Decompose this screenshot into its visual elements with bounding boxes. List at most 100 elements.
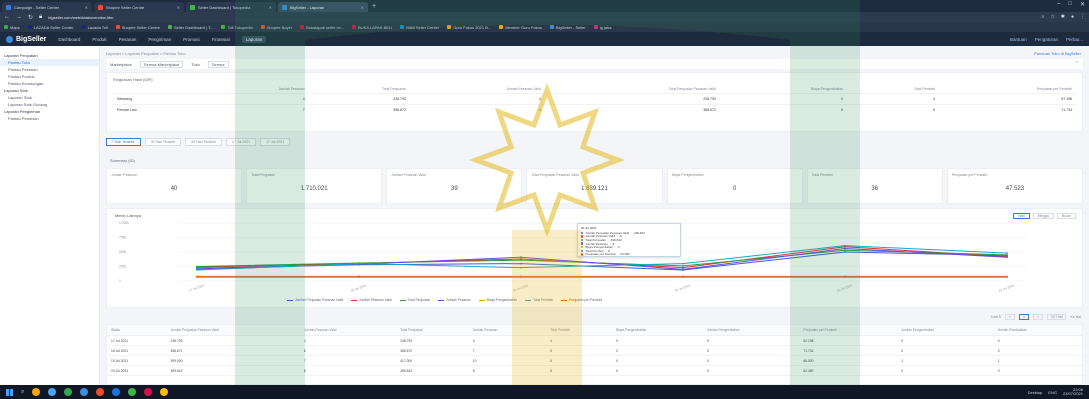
taskbar-app-icon[interactable] bbox=[80, 388, 89, 396]
data-point[interactable] bbox=[844, 275, 846, 278]
bookmark-item[interactable]: Maps bbox=[4, 25, 20, 30]
daily-col-header[interactable]: Waktu bbox=[107, 325, 167, 336]
sidebar-item[interactable]: Pantau Produk bbox=[0, 73, 99, 80]
close-icon[interactable]: ✕ bbox=[1080, 1, 1085, 8]
data-point[interactable] bbox=[520, 275, 522, 278]
menu-icon[interactable]: ⋮ bbox=[1080, 14, 1085, 20]
data-point[interactable] bbox=[1006, 254, 1008, 256]
clock[interactable]: 22:06 22/07/2021 bbox=[1063, 387, 1083, 397]
taskbar-app-icon[interactable] bbox=[144, 388, 153, 396]
period-tab[interactable]: 7 Hari Terakhir bbox=[106, 138, 141, 146]
daily-col-header[interactable]: Biaya Pengembalian bbox=[612, 325, 703, 336]
daily-col-header[interactable]: Total Penjualan bbox=[396, 325, 469, 336]
sidebar-item[interactable]: Pantau Pesanan bbox=[0, 66, 99, 73]
nav-item-dashboard[interactable]: Dashboard bbox=[58, 37, 80, 42]
bookmark-item[interactable]: ig jaha bbox=[593, 25, 612, 30]
data-point[interactable] bbox=[844, 249, 846, 252]
language-indicator[interactable]: ENG bbox=[1048, 390, 1057, 395]
taskbar-app-icon[interactable] bbox=[64, 388, 73, 396]
forward-icon[interactable]: → bbox=[16, 14, 22, 20]
profile-icon[interactable]: ● bbox=[1071, 14, 1074, 20]
maximize-icon[interactable]: □ bbox=[1068, 1, 1072, 8]
data-point[interactable] bbox=[682, 265, 684, 267]
daily-col-header[interactable]: Jumlah Pesanan bbox=[468, 325, 547, 336]
data-point[interactable] bbox=[358, 262, 360, 265]
data-point[interactable] bbox=[844, 247, 846, 250]
bookmark-item[interactable]: LAZADA Seller Center bbox=[27, 25, 74, 30]
pager-prev[interactable]: < bbox=[1004, 314, 1015, 320]
period-tab[interactable]: 17 Jul 2021 bbox=[260, 138, 291, 146]
taskbar-app-icon[interactable] bbox=[128, 388, 137, 396]
data-point[interactable] bbox=[520, 259, 522, 262]
sidebar-item[interactable]: Pantau Toko bbox=[0, 59, 99, 66]
zoom-icon[interactable]: ⌕ bbox=[1041, 14, 1044, 20]
url-field[interactable]: bigseller.com/web/data/overview.htm bbox=[48, 15, 1035, 20]
marketplace-select[interactable]: Semua Marketplace bbox=[139, 60, 184, 68]
tab-close-icon[interactable]: ✕ bbox=[85, 5, 88, 10]
data-point[interactable] bbox=[682, 275, 684, 278]
bookmark-item[interactable]: Blibli Seller Center bbox=[400, 25, 439, 30]
data-point[interactable] bbox=[196, 265, 198, 268]
legend-item[interactable]: Total Penjualan bbox=[399, 298, 430, 302]
data-point[interactable] bbox=[844, 251, 846, 253]
extensions-icon[interactable]: ✱ bbox=[1061, 14, 1065, 20]
data-point[interactable] bbox=[196, 275, 198, 278]
bookmark-item[interactable]: Member Guru Fokus bbox=[499, 25, 542, 30]
data-point[interactable] bbox=[682, 268, 684, 271]
bookmark-item[interactable]: Guru Fokus 2021 B... bbox=[447, 25, 491, 30]
bookmark-item[interactable]: Shopee Seller Centre bbox=[115, 25, 160, 30]
data-point[interactable] bbox=[682, 266, 684, 269]
data-point[interactable] bbox=[1006, 275, 1008, 278]
daily-col-header[interactable]: Total Pembeli bbox=[546, 325, 613, 336]
search-icon[interactable]: ⌕ bbox=[21, 389, 24, 396]
nav-item-produk[interactable]: Produk bbox=[92, 37, 106, 42]
bookmark-item[interactable]: Bukalapak seller ce... bbox=[300, 25, 344, 30]
tab-close-icon[interactable]: ✕ bbox=[177, 5, 180, 10]
new-tab-button[interactable]: + bbox=[372, 2, 376, 12]
bookmark-item[interactable]: BUKA LAPAK BELI bbox=[352, 25, 392, 30]
data-point[interactable] bbox=[1006, 256, 1008, 259]
bookmark-item[interactable]: BigSeller - Seller bbox=[549, 25, 586, 30]
nav-item-pengiriman[interactable]: Pengiriman bbox=[148, 37, 171, 42]
browser-tab[interactable]: Seller Dashboard | Tokopedia ✕ bbox=[186, 2, 276, 12]
daily-col-header[interactable]: Penjualan per Pembeli bbox=[799, 325, 898, 336]
browser-tab[interactable]: Shopee Seller Centre ✕ bbox=[94, 2, 184, 12]
daily-col-header[interactable]: Jumlah Pesanan Valid bbox=[299, 325, 397, 336]
pager-next[interactable]: > bbox=[1032, 314, 1043, 320]
bookmark-item[interactable]: Seller Dashboard | T... bbox=[168, 25, 213, 30]
data-point[interactable] bbox=[682, 262, 684, 265]
help-link[interactable]: Panduan Toko di BigSeller bbox=[1034, 51, 1081, 56]
bookmark-star-icon[interactable]: ☆ bbox=[1050, 14, 1054, 20]
pager-per-page[interactable]: 10 / hal bbox=[1047, 314, 1067, 320]
daily-col-header[interactable]: Jumlah Pengembalian bbox=[897, 325, 994, 336]
app-nav-link[interactable]: Pengaturan bbox=[1035, 37, 1058, 42]
bigseller-logo[interactable]: BigSeller bbox=[6, 35, 46, 43]
bookmark-item[interactable]: Lazada Toll bbox=[81, 25, 108, 30]
taskbar-app-icon[interactable] bbox=[48, 388, 57, 396]
nav-item-finansial[interactable]: Finansial bbox=[212, 37, 230, 42]
minimize-icon[interactable]: – bbox=[1057, 1, 1060, 8]
legend-item[interactable]: Biaya Pengembalian bbox=[478, 298, 517, 302]
legend-item[interactable]: Jumlah Penjualan Pesanan Valid bbox=[287, 298, 343, 302]
nav-item-pesanan[interactable]: Pesanan bbox=[119, 37, 137, 42]
daily-col-header[interactable]: Jumlah Penjualan Pesanan Valid bbox=[166, 325, 300, 336]
period-tab[interactable]: 17 Jul 2021 bbox=[225, 138, 257, 146]
desktop-label[interactable]: Desktop bbox=[1028, 390, 1043, 395]
sidebar-item[interactable]: Pantau Pemesan bbox=[0, 115, 99, 122]
taskbar-app-icon[interactable] bbox=[112, 388, 121, 396]
collapse-icon[interactable]: ⌃ bbox=[1075, 61, 1079, 67]
period-tab[interactable]: 30 Hari Terakhir bbox=[144, 138, 182, 146]
daily-col-header[interactable]: Jumlah Pengembalian bbox=[702, 325, 800, 336]
sidebar-item[interactable]: Laporan Stok bbox=[0, 94, 99, 101]
taskbar-app-icon[interactable] bbox=[160, 388, 169, 396]
sidebar-item[interactable]: Laporan Stok Gudang bbox=[0, 101, 99, 108]
legend-item[interactable]: Total Pembeli bbox=[525, 298, 553, 302]
bookmark-item[interactable]: Shopee Buyer bbox=[260, 25, 292, 30]
legend-item[interactable]: Penjualan per Pembeli bbox=[560, 298, 602, 302]
nav-item-laporan[interactable]: Laporan bbox=[241, 35, 267, 43]
browser-tab[interactable]: BigSeller - Laporan ✕ bbox=[278, 2, 368, 12]
data-point[interactable] bbox=[196, 269, 198, 271]
daily-col-header[interactable]: Jumlah Pembatalan bbox=[993, 325, 1082, 336]
pager-page[interactable]: 1 bbox=[1019, 314, 1029, 320]
browser-tab[interactable]: Campaign - Seller Center ✕ bbox=[2, 2, 92, 12]
